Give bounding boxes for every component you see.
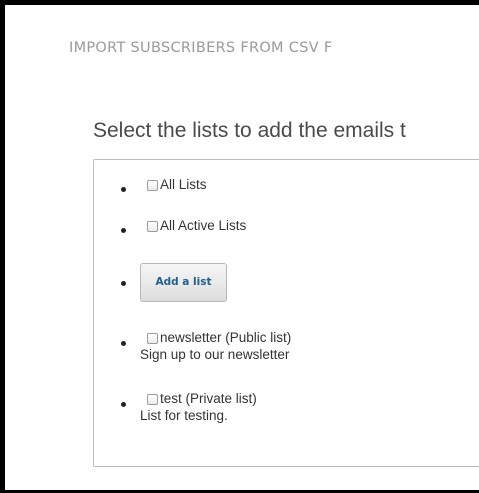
bullet-icon <box>121 228 126 233</box>
newsletter-description: Sign up to our newsletter <box>140 347 290 362</box>
page-title: IMPORT SUBSCRIBERS FROM CSV F <box>69 40 333 56</box>
all-active-lists-label[interactable]: All Active Lists <box>160 218 246 233</box>
bullet-icon <box>121 341 126 346</box>
all-lists-checkbox[interactable] <box>147 180 158 191</box>
test-description: List for testing. <box>140 408 228 423</box>
all-lists-label[interactable]: All Lists <box>160 177 207 192</box>
bullet-icon <box>121 187 126 192</box>
newsletter-checkbox[interactable] <box>147 333 158 344</box>
window-frame: IMPORT SUBSCRIBERS FROM CSV F Select the… <box>0 0 479 493</box>
test-label[interactable]: test (Private list) <box>160 391 257 406</box>
bullet-icon <box>121 281 126 286</box>
add-list-button[interactable]: Add a list <box>140 263 227 302</box>
list-selection-box: All Lists All Active Lists Add a list ne… <box>93 159 479 467</box>
section-heading: Select the lists to add the emails t <box>93 119 406 142</box>
test-checkbox[interactable] <box>147 394 158 405</box>
all-active-lists-checkbox[interactable] <box>147 221 158 232</box>
newsletter-label[interactable]: newsletter (Public list) <box>160 330 291 345</box>
bullet-icon <box>121 402 126 407</box>
